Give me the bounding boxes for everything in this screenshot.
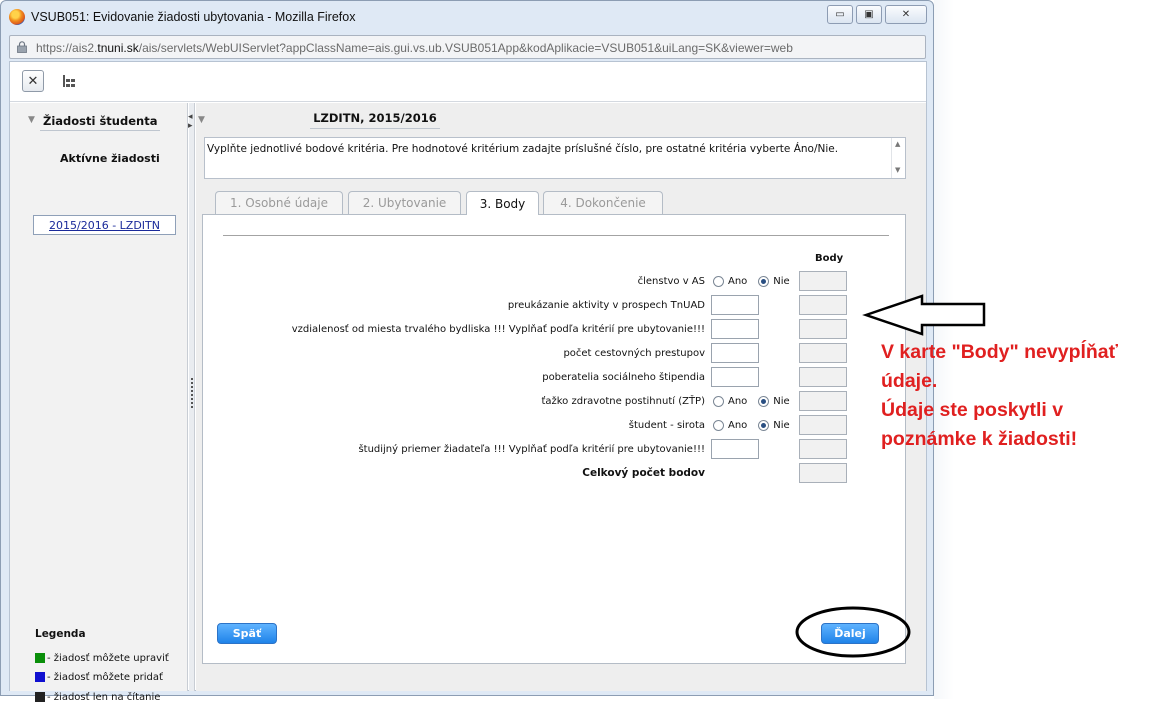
highlight-ellipse: [795, 606, 911, 658]
tab-points[interactable]: 3. Body: [466, 191, 539, 215]
annotation-line: V karte "Body" nevypĺňať: [881, 341, 1118, 363]
annotation-line: poznámke k žiadosti!: [881, 428, 1078, 450]
annotation-line: Údaje ste poskytli v: [881, 399, 1064, 421]
annotation-line: údaje.: [881, 370, 938, 392]
annotation-note: V karte "Body" nevypĺňať údaje. Údaje st…: [881, 338, 1118, 454]
pointer-arrow-icon: [862, 294, 986, 336]
